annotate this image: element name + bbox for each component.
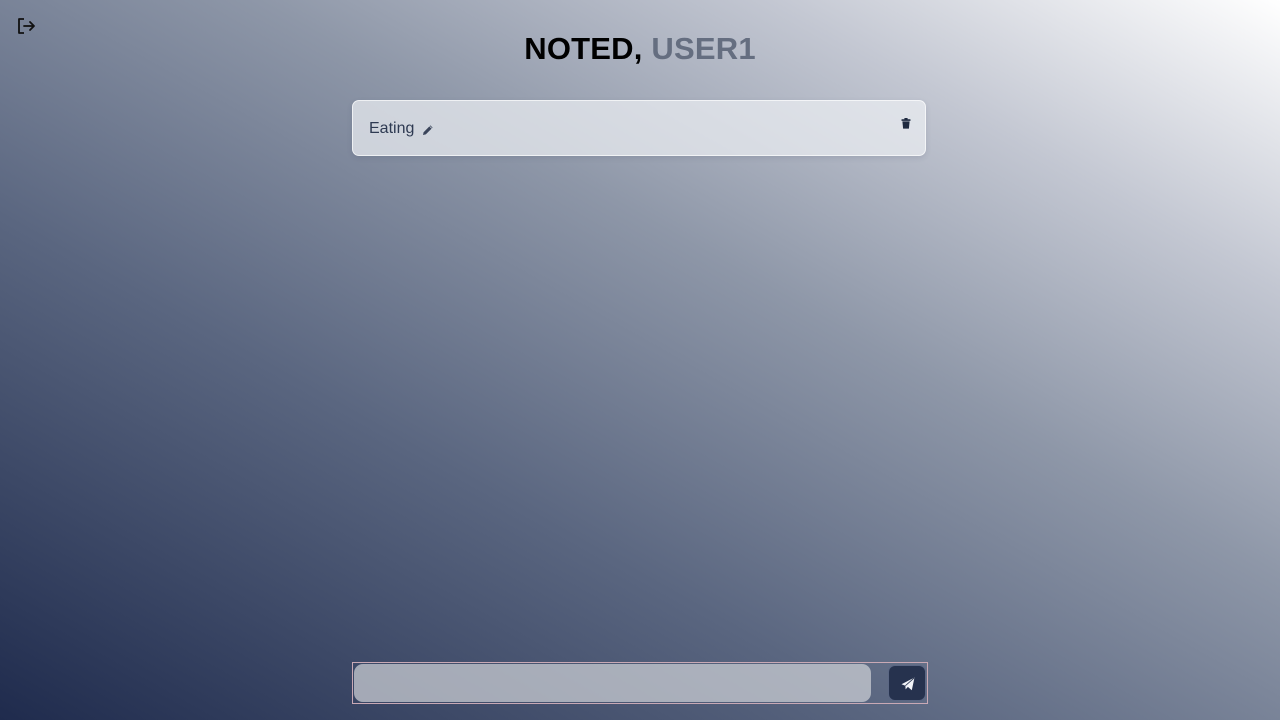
send-button[interactable] — [888, 665, 926, 701]
send-icon — [901, 677, 915, 691]
pencil-icon[interactable] — [422, 123, 434, 135]
username: USER1 — [651, 31, 756, 66]
trash-icon[interactable] — [901, 116, 911, 129]
note-card: Eating — [352, 100, 926, 156]
note-input[interactable] — [354, 664, 871, 702]
page-title: NOTED, USER1 — [0, 31, 1280, 67]
note-text: Eating — [369, 120, 415, 137]
app-title: NOTED, — [524, 31, 643, 66]
note-composer — [352, 662, 928, 704]
